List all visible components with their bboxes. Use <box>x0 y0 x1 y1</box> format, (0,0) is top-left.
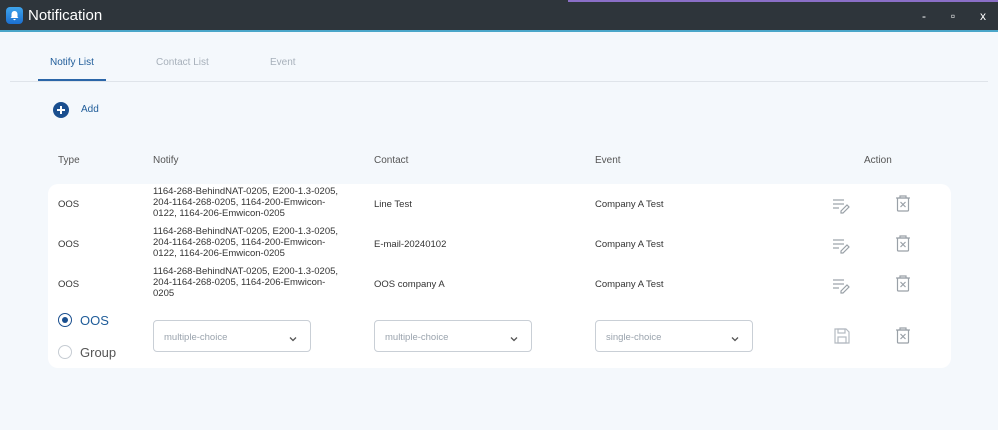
column-header-notify: Notify <box>153 155 179 166</box>
type-radio-oos-label[interactable]: OOS <box>80 313 109 328</box>
title-accent-line <box>568 0 998 2</box>
add-button[interactable]: Add <box>81 104 99 115</box>
edit-icon[interactable] <box>831 235 851 255</box>
edit-icon[interactable] <box>831 275 851 295</box>
row-notify: 1164-268-BehindNAT-0205, E200-1.3-0205, … <box>153 266 339 299</box>
delete-icon[interactable] <box>893 326 913 346</box>
row-type: OOS <box>58 279 80 290</box>
type-radio-group[interactable] <box>58 345 72 359</box>
tab-contact-list[interactable]: Contact List <box>156 57 209 68</box>
row-type: OOS <box>58 199 80 210</box>
row-type: OOS <box>58 239 80 250</box>
type-radio-oos[interactable] <box>58 313 72 327</box>
add-circle-icon[interactable] <box>53 102 69 118</box>
chevron-down-icon <box>509 331 519 349</box>
row-contact: Line Test <box>374 199 412 210</box>
event-select[interactable]: single-choice <box>595 320 753 352</box>
title-bar: Notification - ▫ x <box>0 0 998 32</box>
delete-icon[interactable] <box>893 194 913 214</box>
row-contact: E-mail-20240102 <box>374 239 447 250</box>
minimize-button[interactable]: - <box>913 6 935 26</box>
bell-icon <box>6 7 23 24</box>
save-icon[interactable] <box>832 326 852 346</box>
delete-icon[interactable] <box>893 274 913 294</box>
close-button[interactable]: x <box>972 6 994 26</box>
contact-select-placeholder: multiple-choice <box>385 332 449 343</box>
tab-event[interactable]: Event <box>270 57 296 68</box>
row-notify: 1164-268-BehindNAT-0205, E200-1.3-0205, … <box>153 226 339 259</box>
column-header-action: Action <box>864 155 892 166</box>
maximize-button[interactable]: ▫ <box>942 6 964 26</box>
chevron-down-icon <box>730 331 740 349</box>
row-event: Company A Test <box>595 199 664 210</box>
column-header-event: Event <box>595 155 621 166</box>
notify-select-placeholder: multiple-choice <box>164 332 228 343</box>
column-header-type: Type <box>58 155 80 166</box>
row-notify: 1164-268-BehindNAT-0205, E200-1.3-0205, … <box>153 186 339 219</box>
event-select-placeholder: single-choice <box>606 332 662 343</box>
tabs-divider <box>10 81 988 82</box>
edit-icon[interactable] <box>831 195 851 215</box>
chevron-down-icon <box>288 331 298 349</box>
contact-select[interactable]: multiple-choice <box>374 320 532 352</box>
notify-select[interactable]: multiple-choice <box>153 320 311 352</box>
row-event: Company A Test <box>595 239 664 250</box>
delete-icon[interactable] <box>893 234 913 254</box>
tab-notify-list[interactable]: Notify List <box>50 57 94 68</box>
window-title: Notification <box>28 7 103 24</box>
row-contact: OOS company A <box>374 279 445 290</box>
column-header-contact: Contact <box>374 155 409 166</box>
row-event: Company A Test <box>595 279 664 290</box>
type-radio-group-label[interactable]: Group <box>80 345 116 360</box>
